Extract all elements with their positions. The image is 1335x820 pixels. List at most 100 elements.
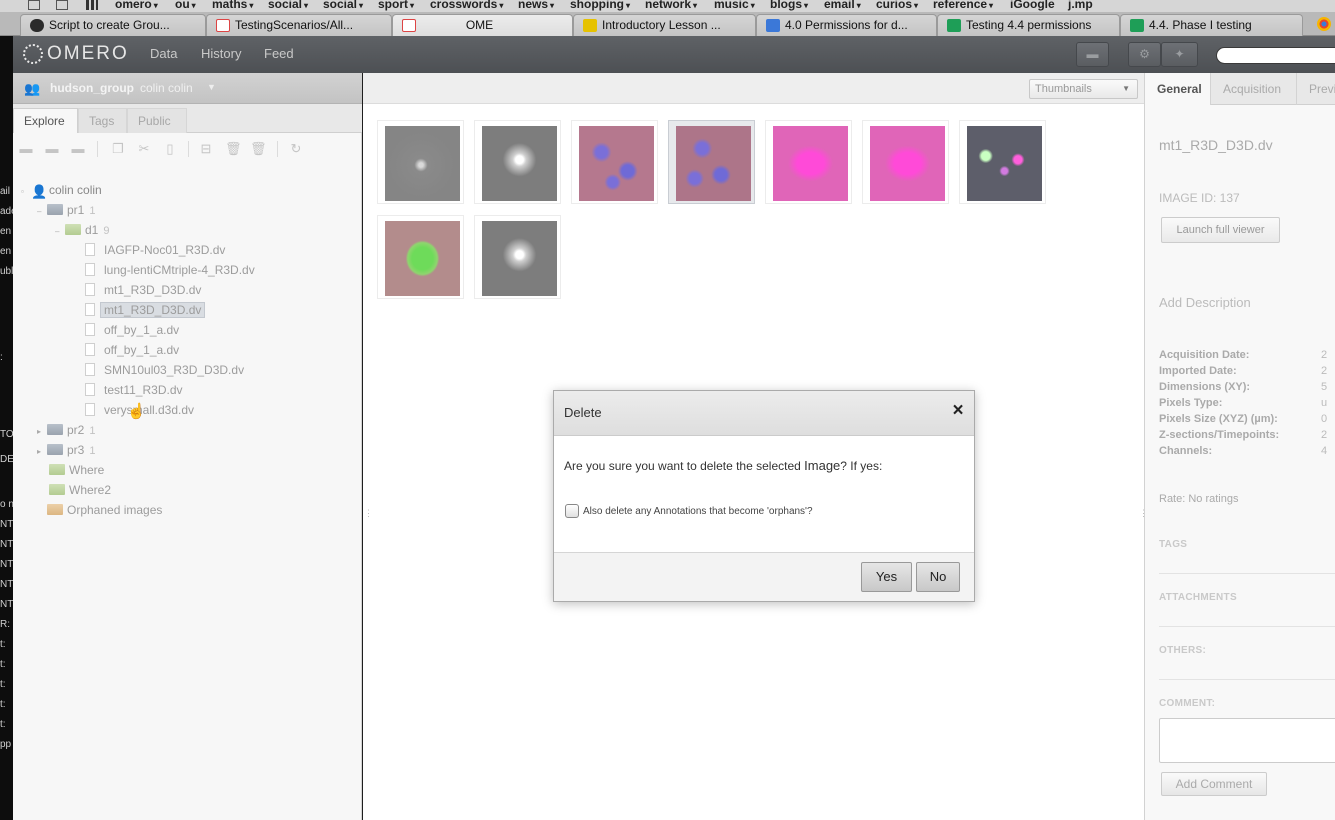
reading-list-icon[interactable] xyxy=(56,0,68,10)
no-button[interactable]: No xyxy=(916,562,960,592)
add-comment-button[interactable]: Add Comment xyxy=(1161,772,1267,796)
grid-icon[interactable] xyxy=(86,0,98,10)
tab-tags[interactable]: Tags xyxy=(78,108,127,133)
group-name[interactable]: hudson_group xyxy=(50,81,134,95)
new-project-icon[interactable]: ▬ xyxy=(19,142,33,155)
refresh-icon[interactable]: ↻ xyxy=(289,142,303,155)
browser-tab-introductory-lesson[interactable]: Introductory Lesson ... xyxy=(573,14,756,36)
expand-icon[interactable]: ▸ xyxy=(37,423,47,441)
tree-dataset-d1[interactable]: – d1 9 xyxy=(55,221,109,239)
tree-project-pr2[interactable]: ▸ pr2 1 xyxy=(37,421,95,439)
thumbnail[interactable] xyxy=(474,120,561,204)
tree-dataset-where[interactable]: Where xyxy=(49,461,104,479)
copy-icon[interactable]: ❐ xyxy=(111,142,125,155)
launch-full-viewer-button[interactable]: Launch full viewer xyxy=(1161,217,1280,243)
tree-image[interactable]: off_by_1_a.dv xyxy=(85,321,179,339)
new-screen-icon[interactable]: ▬ xyxy=(71,142,85,155)
browser-tab-testing-44[interactable]: Testing 4.4 permissions xyxy=(937,14,1120,36)
user-name[interactable]: colin colin xyxy=(140,81,193,95)
nav-data[interactable]: Data xyxy=(150,46,177,61)
bookmark-email[interactable]: email ▾ xyxy=(824,0,861,11)
thumbnail-selected[interactable] xyxy=(668,120,755,204)
bookmark-network[interactable]: network ▾ xyxy=(645,0,697,11)
tree-user-root[interactable]: ▫ 👤 colin colin xyxy=(21,181,102,199)
basket-button[interactable]: ▬ xyxy=(1076,42,1109,67)
comment-input[interactable] xyxy=(1159,718,1335,763)
tab-acquisition[interactable]: Acquisition xyxy=(1211,73,1297,105)
rating[interactable]: Rate: No ratings xyxy=(1159,493,1238,505)
bookmark-social-1[interactable]: social ▾ xyxy=(268,0,308,11)
bookmark-reference[interactable]: reference ▾ xyxy=(933,0,993,11)
remove-icon[interactable]: ⊟ xyxy=(199,142,213,155)
bookmark-blogs[interactable]: blogs ▾ xyxy=(770,0,808,11)
collapse-icon[interactable]: ▫ xyxy=(21,183,31,201)
thumbnail[interactable] xyxy=(959,120,1046,204)
settings-button[interactable]: ⚙ xyxy=(1128,42,1161,67)
tree-orphaned-images[interactable]: Orphaned images xyxy=(47,501,162,519)
bookmark-sport[interactable]: sport ▾ xyxy=(378,0,414,11)
thumbnail[interactable] xyxy=(377,215,464,299)
bookmark-social-2[interactable]: social ▾ xyxy=(323,0,363,11)
delete-annotations-checkbox[interactable] xyxy=(565,504,579,518)
omero-logo[interactable]: OMERO xyxy=(23,42,129,66)
bookmark-curios[interactable]: curios ▾ xyxy=(876,0,918,11)
image-file-icon xyxy=(85,343,95,356)
bookmark-omero[interactable]: omero ▾ xyxy=(115,0,158,11)
bookmark-maths[interactable]: maths ▾ xyxy=(212,0,253,11)
tab-public[interactable]: Public xyxy=(127,108,187,133)
tab-explore[interactable]: Explore xyxy=(13,108,78,133)
delete-all-icon[interactable]: 🗑 xyxy=(250,142,267,155)
nav-feed[interactable]: Feed xyxy=(264,46,294,61)
thumbnail[interactable] xyxy=(571,120,658,204)
add-description-link[interactable]: Add Description xyxy=(1159,295,1251,310)
tree-project-pr1[interactable]: – pr1 1 xyxy=(37,201,95,219)
tab-general[interactable]: General xyxy=(1145,73,1211,105)
tree-image[interactable]: lung-lentiCMtriple-4_R3D.dv xyxy=(85,261,255,279)
chevron-down-icon[interactable]: ▼ xyxy=(207,82,216,92)
bookmark-music[interactable]: music ▾ xyxy=(714,0,755,11)
bookmark-ou[interactable]: ou ▾ xyxy=(175,0,196,11)
new-dataset-icon[interactable]: ▬ xyxy=(45,142,59,155)
browser-tab-phase-i[interactable]: 4.4. Phase I testing xyxy=(1120,14,1303,36)
yes-button[interactable]: Yes xyxy=(861,562,912,592)
paste-icon[interactable]: ▯ xyxy=(163,142,177,155)
close-icon[interactable]: × xyxy=(950,401,966,421)
delete-icon[interactable]: 🗑 xyxy=(225,142,242,155)
right-splitter-handle[interactable]: ⋮ xyxy=(1139,508,1148,518)
thumbnail[interactable] xyxy=(765,120,852,204)
chrome-extension-icon[interactable] xyxy=(1317,17,1331,31)
bookmark-jmp[interactable]: j.mp xyxy=(1068,0,1093,11)
view-mode-select[interactable]: Thumbnails ▼ xyxy=(1029,79,1138,99)
tree-project-pr3[interactable]: ▸ pr3 1 xyxy=(37,441,95,459)
browser-tab-script[interactable]: Script to create Grou... xyxy=(20,14,206,36)
tree-image[interactable]: off_by_1_a.dv xyxy=(85,341,179,359)
tree-image-selected[interactable]: mt1_R3D_D3D.dv xyxy=(85,301,206,319)
expand-icon[interactable]: ▸ xyxy=(37,443,47,461)
collapse-icon[interactable]: – xyxy=(55,223,65,241)
tree-image[interactable]: IAGFP-Noc01_R3D.dv xyxy=(85,241,225,259)
tab-preview[interactable]: Previ xyxy=(1297,73,1335,105)
browser-tab-permissions-40[interactable]: 4.0 Permissions for d... xyxy=(756,14,937,36)
bookmark-shopping[interactable]: shopping ▾ xyxy=(570,0,630,11)
tree-dataset-where2[interactable]: Where2 xyxy=(49,481,111,499)
left-splitter-handle[interactable]: ⋮ xyxy=(364,508,373,518)
sidebar-toggle-icon[interactable] xyxy=(28,0,40,10)
bookmark-crosswords[interactable]: crosswords ▾ xyxy=(430,0,503,11)
thumbnail[interactable] xyxy=(377,120,464,204)
bookmark-news[interactable]: news ▾ xyxy=(518,0,554,11)
tree-image[interactable]: mt1_R3D_D3D.dv xyxy=(85,281,201,299)
group-switcher[interactable]: 👥 hudson_group colin colin ▼ xyxy=(13,73,362,104)
browser-tab-testing-scenarios[interactable]: TestingScenarios/All... xyxy=(206,14,392,36)
search-input[interactable] xyxy=(1216,47,1335,64)
cut-icon[interactable]: ✂ xyxy=(137,142,151,155)
thumbnail[interactable] xyxy=(474,215,561,299)
tree-image[interactable]: test11_R3D.dv xyxy=(85,381,183,399)
user-button[interactable]: ✦ xyxy=(1161,42,1198,67)
tree-image[interactable]: SMN10ul03_R3D_D3D.dv xyxy=(85,361,244,379)
bookmark-igoogle[interactable]: iGoogle xyxy=(1010,0,1055,11)
nav-history[interactable]: History xyxy=(201,46,241,61)
thumbnail[interactable] xyxy=(862,120,949,204)
browser-tab-ome[interactable]: OME xyxy=(392,14,573,36)
collapse-icon[interactable]: – xyxy=(37,203,47,221)
delete-annotations-label[interactable]: Also delete any Annotations that become … xyxy=(583,506,813,517)
